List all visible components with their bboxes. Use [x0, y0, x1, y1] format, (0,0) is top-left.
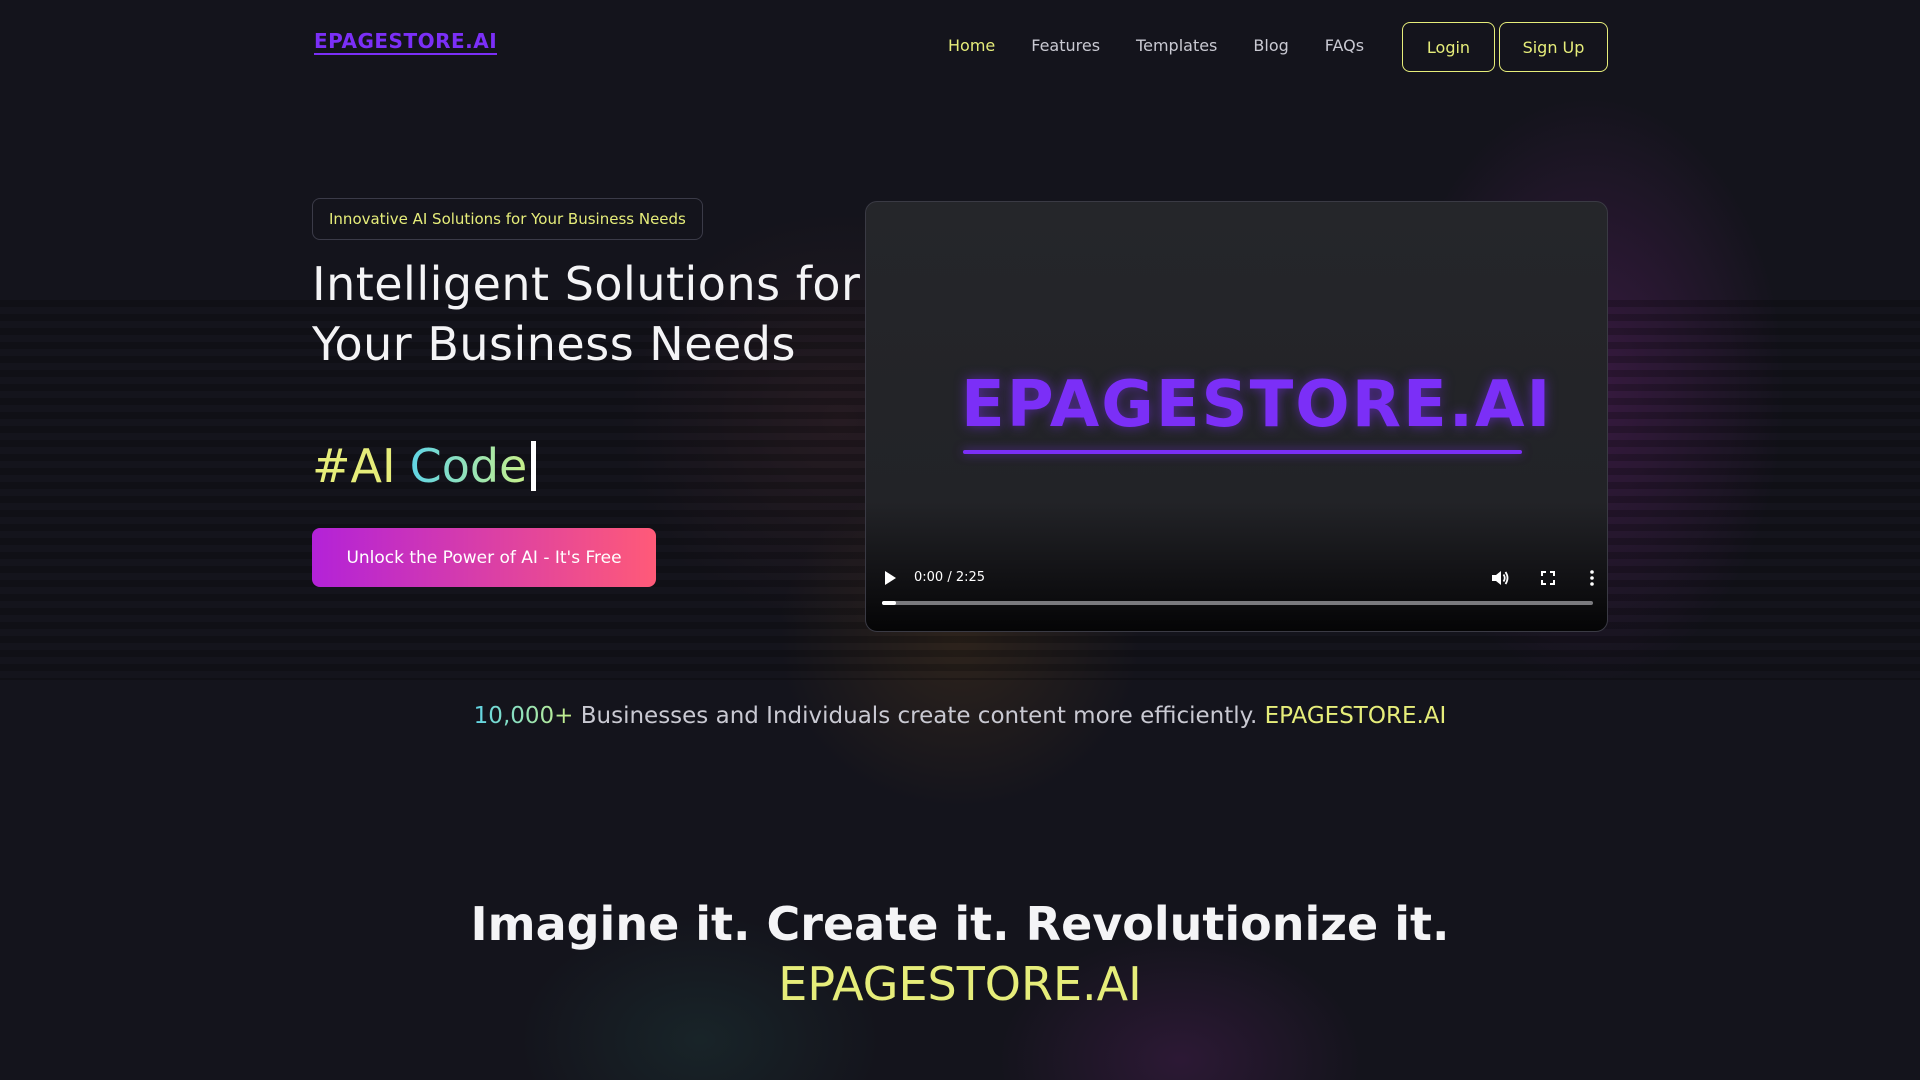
video-player[interactable]: EPAGESTORE.AI 0:00 / 2:25: [865, 201, 1608, 632]
video-logo-text: EPAGESTORE.AI: [961, 368, 1553, 442]
nav-blog[interactable]: Blog: [1253, 36, 1288, 56]
typed-word: Code: [410, 436, 528, 496]
typed-hash: #AI: [312, 439, 396, 493]
stats-line: 10,000+ Businesses and Individuals creat…: [0, 703, 1920, 729]
page: EPAGESTORE.AI Home Features Templates Bl…: [0, 0, 1920, 1080]
hero-headline: Intelligent Solutions for Your Business …: [312, 257, 861, 371]
closing-headline: Imagine it. Create it. Revolutionize it.: [470, 897, 1450, 951]
cta-button[interactable]: Unlock the Power of AI - It's Free: [312, 528, 656, 587]
video-progress-bar[interactable]: [882, 601, 1593, 605]
nav-features[interactable]: Features: [1031, 36, 1100, 56]
main-nav: Home Features Templates Blog FAQs: [948, 36, 1400, 56]
fullscreen-icon[interactable]: [1535, 564, 1561, 592]
stats-number: 10,000+: [473, 703, 574, 729]
video-time: 0:00 / 2:25: [914, 570, 986, 585]
video-progress-fill: [882, 601, 897, 605]
text-cursor: [531, 441, 537, 491]
video-logo-underline: [963, 450, 1522, 454]
signup-button[interactable]: Sign Up: [1499, 22, 1608, 72]
typed-text: #AI Code: [312, 436, 537, 496]
tagline-badge: Innovative AI Solutions for Your Busines…: [312, 198, 703, 240]
nav-home[interactable]: Home: [948, 36, 995, 56]
nav-faqs[interactable]: FAQs: [1325, 36, 1364, 56]
volume-icon[interactable]: [1487, 564, 1513, 592]
login-button[interactable]: Login: [1402, 22, 1495, 72]
stats-brand: EPAGESTORE.AI: [1264, 703, 1447, 729]
closing-brand: EPAGESTORE.AI: [778, 957, 1142, 1011]
nav-templates[interactable]: Templates: [1136, 36, 1217, 56]
stats-text: Businesses and Individuals create conten…: [573, 703, 1265, 729]
site-logo[interactable]: EPAGESTORE.AI: [314, 30, 498, 55]
more-options-icon[interactable]: [1584, 564, 1600, 592]
play-icon[interactable]: [880, 564, 900, 592]
